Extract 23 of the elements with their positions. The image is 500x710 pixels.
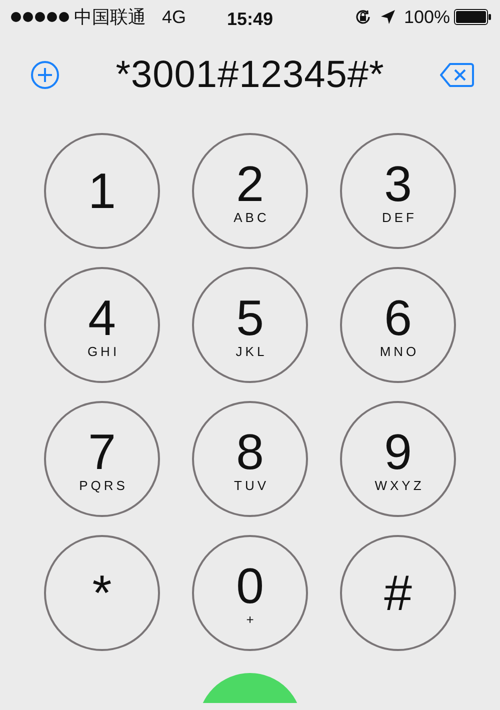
signal-icon (10, 11, 70, 23)
battery-percentage: 100% (404, 6, 450, 28)
clock-time: 15:49 (226, 8, 274, 31)
dial-key[interactable]: 6 MNO (340, 267, 456, 383)
dial-key[interactable]: 1 (44, 133, 160, 249)
carrier-name: 中国联通 (74, 6, 146, 28)
dialed-number: *3001#12345#* (116, 52, 384, 98)
delete-icon[interactable] (440, 62, 474, 88)
dial-key[interactable]: 9 WXYZ (340, 401, 456, 517)
battery-icon (454, 9, 492, 25)
dial-key[interactable]: 5 JKL (192, 267, 308, 383)
dial-key[interactable]: 2 ABC (192, 133, 308, 249)
dial-key[interactable]: * (44, 535, 160, 651)
rotation-lock-icon (354, 8, 372, 26)
dial-key[interactable]: 8 TUV (192, 401, 308, 517)
dial-key[interactable]: 0 + (192, 535, 308, 651)
network-type: 4G (162, 6, 186, 28)
dial-key[interactable]: # (340, 535, 456, 651)
dial-key[interactable]: 4 GHI (44, 267, 160, 383)
dial-key[interactable]: 3 DEF (340, 133, 456, 249)
add-contact-icon[interactable] (30, 60, 60, 90)
dial-key[interactable]: 7 PQRS (44, 401, 160, 517)
location-arrow-icon (380, 9, 396, 25)
